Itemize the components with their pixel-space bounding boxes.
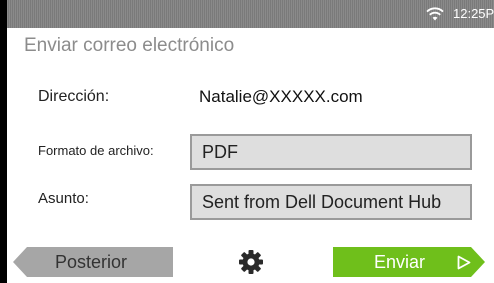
wifi-icon (426, 7, 444, 21)
page-title: Enviar correo electrónico (24, 35, 235, 56)
subject-label: Asunto: (38, 190, 89, 207)
file-format-label: Formato de archivo: (38, 143, 154, 158)
screen-bezel (0, 0, 7, 283)
gear-icon[interactable] (238, 249, 264, 275)
send-button[interactable]: Enviar (333, 247, 485, 277)
status-time: 12:25PM (453, 6, 494, 21)
send-button-label: Enviar (374, 252, 426, 272)
status-bar: 12:25PM (7, 0, 494, 28)
play-arrow-icon (457, 255, 471, 270)
subject-field[interactable]: Sent from Dell Document Hub (190, 184, 472, 220)
back-button-label: Posterior (55, 252, 128, 272)
app-window: 12:25PM Enviar correo electrónico Direcc… (0, 0, 494, 283)
back-button[interactable]: Posterior (13, 247, 173, 277)
address-label: Dirección: (38, 88, 110, 105)
file-format-field[interactable]: PDF (190, 134, 472, 170)
address-value[interactable]: Natalie@XXXXX.com (199, 87, 363, 107)
